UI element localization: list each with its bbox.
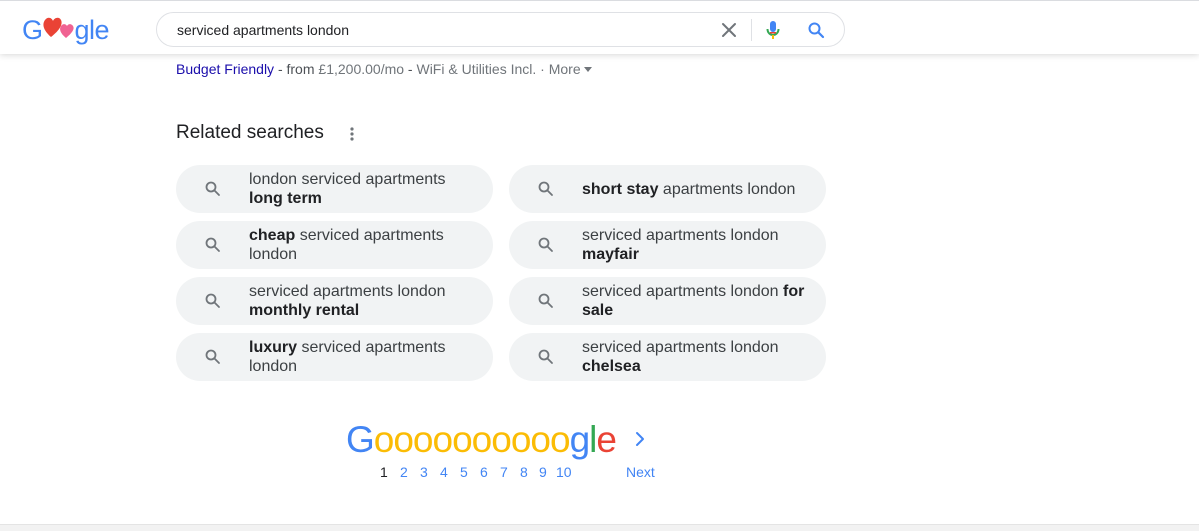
- page-link-3[interactable]: 3: [420, 464, 428, 480]
- sitelink-feature: WiFi & Utilities Incl.: [416, 61, 537, 77]
- chevron-right-icon[interactable]: [633, 431, 647, 447]
- footer-strip: [0, 524, 1199, 531]
- related-search-chip[interactable]: london serviced apartments long term: [176, 165, 493, 213]
- page-link-9[interactable]: 9: [539, 464, 547, 480]
- search-icon: [537, 292, 555, 310]
- pager-logo-g2: g: [569, 419, 591, 460]
- related-search-chip[interactable]: serviced apartments london mayfair: [509, 221, 826, 269]
- search-box-divider: [751, 19, 752, 41]
- page-link-10[interactable]: 10: [556, 464, 572, 480]
- chip-text-bold: monthly rental: [249, 302, 360, 319]
- chip-text-bold: luxury: [249, 339, 298, 356]
- search-icon: [204, 236, 222, 254]
- more-label: More: [548, 61, 581, 77]
- chip-text-pre: serviced apartments london: [582, 227, 779, 244]
- chip-text-pre: serviced apartments london: [249, 283, 446, 300]
- page-link-8[interactable]: 8: [520, 464, 528, 480]
- search-input[interactable]: [177, 20, 697, 40]
- sitelink-separator: - from: [274, 61, 319, 77]
- sitelink-price: £1,200.00/mo: [318, 61, 405, 77]
- page-link-7[interactable]: 7: [500, 464, 508, 480]
- related-search-label: cheap serviced apartments london: [249, 221, 479, 269]
- google-doodle-logo[interactable]: G gle: [22, 15, 110, 47]
- chip-text-bold: short stay: [582, 180, 659, 198]
- hearts-logo-icon: [42, 15, 76, 39]
- page-link-2[interactable]: 2: [400, 464, 408, 480]
- pager-logo-o-letters: oooooooooo: [373, 419, 571, 460]
- chip-text-pre: serviced apartments london: [582, 339, 779, 356]
- related-search-label: short stay apartments london: [582, 165, 812, 213]
- chip-text-bold: long term: [249, 190, 322, 207]
- page-link-5[interactable]: 5: [460, 464, 468, 480]
- related-search-chip[interactable]: serviced apartments london for sale: [509, 277, 826, 325]
- search-icon: [204, 292, 222, 310]
- search-icon[interactable]: [807, 21, 825, 39]
- search-icon: [537, 180, 555, 198]
- search-icon: [204, 348, 222, 366]
- search-icon: [537, 236, 555, 254]
- chip-text-bold: cheap: [249, 227, 296, 244]
- related-search-label: serviced apartments london chelsea: [582, 333, 812, 381]
- pager-logo-e: e: [596, 419, 617, 460]
- related-search-label: serviced apartments london monthly renta…: [249, 277, 479, 325]
- more-options-icon[interactable]: [346, 125, 358, 143]
- related-search-label: luxury serviced apartments london: [249, 333, 479, 381]
- logo-letters-gle: gle: [75, 15, 110, 46]
- related-searches-heading: Related searches: [176, 122, 324, 143]
- chip-text-pre: london serviced apartments: [249, 171, 446, 188]
- clear-icon[interactable]: [720, 21, 738, 39]
- chip-text-bold: mayfair: [582, 246, 639, 263]
- related-search-chip[interactable]: luxury serviced apartments london: [176, 333, 493, 381]
- sitelink-separator: ·: [536, 61, 549, 77]
- related-search-chip[interactable]: serviced apartments london chelsea: [509, 333, 826, 381]
- logo-gle-text: gle: [74, 15, 110, 45]
- related-search-label: serviced apartments london for sale: [582, 277, 812, 325]
- search-box[interactable]: [156, 12, 845, 47]
- chip-text-post: apartments london: [658, 180, 796, 198]
- chip-text-bold: chelsea: [582, 358, 641, 375]
- pagination-goooogle-logo: Goooooooooogle: [346, 419, 617, 460]
- chip-text-pre: serviced apartments london: [582, 283, 783, 300]
- sitelink-separator: -: [404, 61, 417, 77]
- caret-down-icon: [583, 67, 592, 72]
- page-link-6[interactable]: 6: [480, 464, 488, 480]
- more-button[interactable]: More: [549, 61, 592, 77]
- related-search-label: london serviced apartments long term: [249, 165, 479, 213]
- related-search-label: serviced apartments london mayfair: [582, 221, 812, 269]
- page-link-4[interactable]: 4: [440, 464, 448, 480]
- page-1-current: 1: [380, 464, 388, 480]
- related-search-chip[interactable]: cheap serviced apartments london: [176, 221, 493, 269]
- related-search-chip[interactable]: short stay apartments london: [509, 165, 826, 213]
- microphone-icon[interactable]: [765, 20, 781, 40]
- logo-letter-g: G: [22, 15, 43, 45]
- sitelink-budget-friendly[interactable]: Budget Friendly: [176, 61, 274, 77]
- next-page-link[interactable]: Next: [626, 464, 655, 480]
- result-sitelinks-row: Budget Friendly - from £1,200.00/mo - Wi…: [176, 61, 592, 77]
- pager-logo-g: G: [346, 419, 375, 460]
- related-search-chip[interactable]: serviced apartments london monthly renta…: [176, 277, 493, 325]
- search-icon: [537, 348, 555, 366]
- top-header-bar: G gle: [0, 0, 1199, 54]
- search-icon: [204, 180, 222, 198]
